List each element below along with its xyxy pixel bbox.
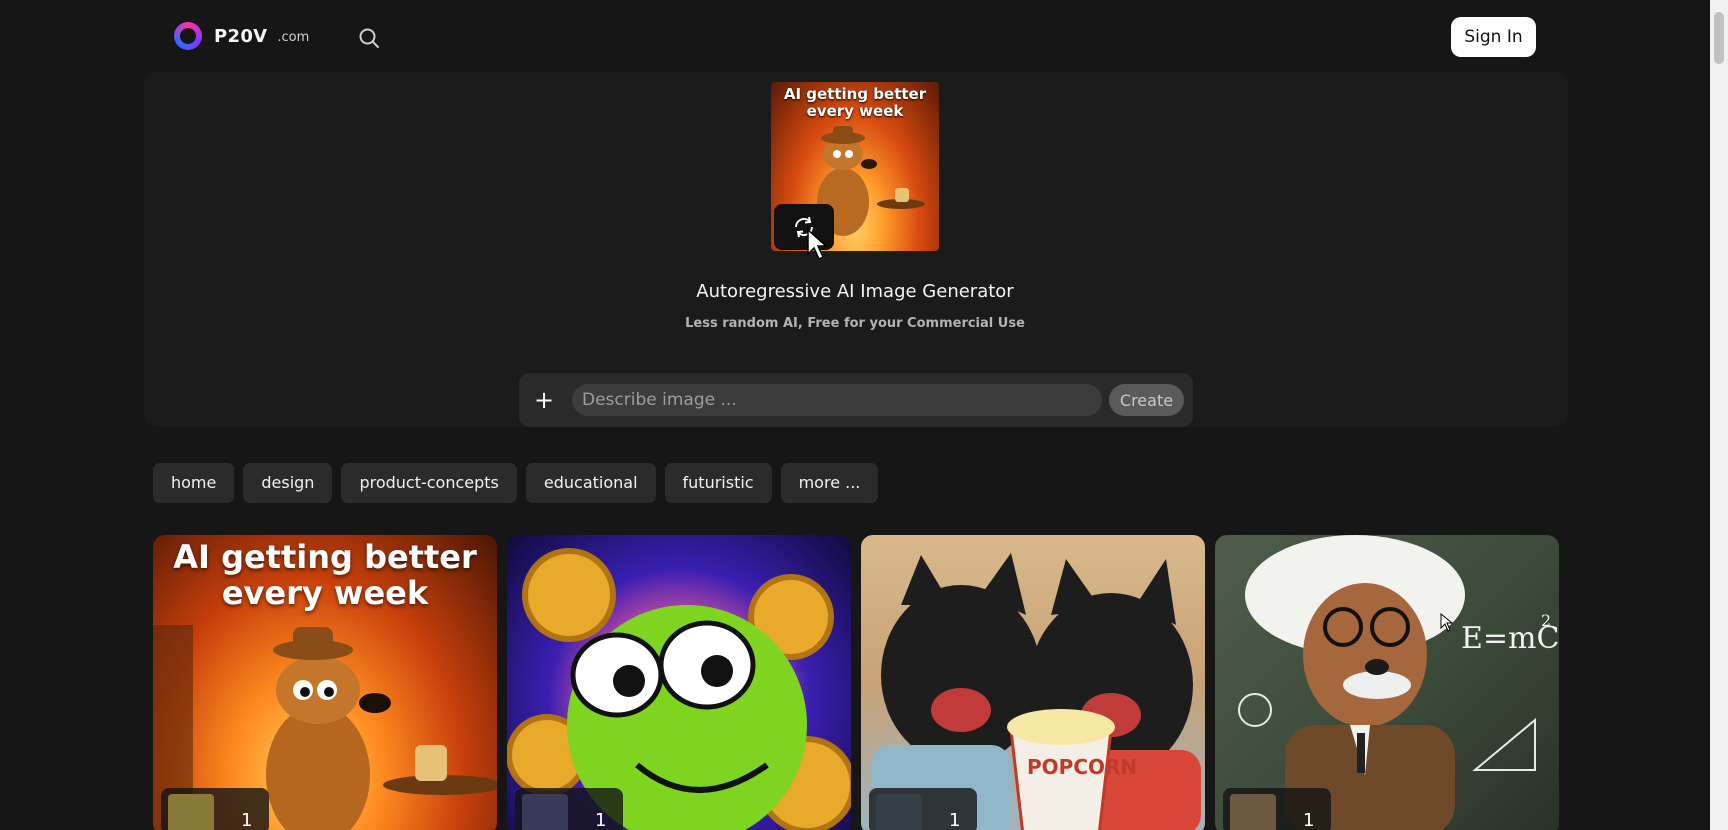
equation-exponent: 2 — [1541, 611, 1552, 630]
page-scrollbar[interactable] — [1710, 0, 1728, 830]
create-button[interactable]: Create — [1109, 384, 1184, 416]
logo-name: P20V — [214, 25, 268, 47]
popcorn-label: POPCORN — [1027, 755, 1138, 779]
scientist-dog-illustration — [1238, 535, 1536, 830]
remix-thumbnail — [522, 794, 568, 830]
gallery-card[interactable]: POPCORN 1 — [861, 535, 1205, 830]
mouse-cursor-icon — [1440, 613, 1454, 632]
remix-badge[interactable]: 1 — [515, 788, 623, 830]
top-header: P20V .com Sign In — [0, 0, 1710, 72]
remix-count: 1 — [595, 810, 607, 830]
gallery-card[interactable]: 1 — [507, 535, 851, 830]
tag-home[interactable]: home — [153, 463, 235, 503]
tag-design[interactable]: design — [243, 463, 333, 503]
remix-thumbnail — [876, 794, 922, 830]
frog-coin-illustration — [507, 548, 851, 830]
mouse-cursor-icon — [807, 228, 828, 261]
remix-badge[interactable]: 1 — [869, 788, 977, 830]
tag-futuristic[interactable]: futuristic — [664, 463, 772, 503]
tag-educational[interactable]: educational — [525, 463, 656, 503]
search-icon — [359, 28, 379, 48]
image-gallery: AI getting better every week 1 1 POPCORN… — [153, 535, 1559, 830]
sign-in-button[interactable]: Sign In — [1451, 17, 1536, 57]
gallery-card[interactable]: AI getting better every week 1 — [153, 535, 497, 830]
site-logo[interactable]: P20V .com — [174, 22, 309, 50]
gallery-card[interactable]: E=mC 2 1 — [1215, 535, 1559, 830]
hero-title: Autoregressive AI Image Generator — [696, 281, 1014, 302]
add-attachment-button[interactable]: + — [531, 385, 557, 415]
tag-more[interactable]: more ... — [780, 463, 879, 503]
remix-count: 1 — [1303, 810, 1315, 830]
remix-badge[interactable]: 1 — [1223, 788, 1331, 830]
remix-badge[interactable]: 1 — [161, 788, 269, 830]
describe-image-input[interactable] — [572, 384, 1102, 416]
remix-count: 1 — [949, 810, 961, 830]
category-tags: home design product-concepts educational… — [153, 463, 879, 503]
cats-popcorn-illustration — [871, 553, 1201, 830]
remix-count: 1 — [241, 810, 253, 830]
remix-thumbnail — [1230, 794, 1276, 830]
search-button[interactable] — [355, 24, 383, 52]
tag-product-concepts[interactable]: product-concepts — [341, 463, 517, 503]
hero-subtitle: Less random AI, Free for your Commercial… — [685, 316, 1025, 331]
scrollbar-thumb[interactable] — [1714, 12, 1724, 64]
remix-thumbnail — [168, 794, 214, 830]
prompt-bar: + Create — [519, 373, 1193, 427]
logo-tld: .com — [277, 30, 310, 45]
logo-ring-icon — [174, 22, 202, 50]
dog-illustration — [153, 625, 497, 830]
